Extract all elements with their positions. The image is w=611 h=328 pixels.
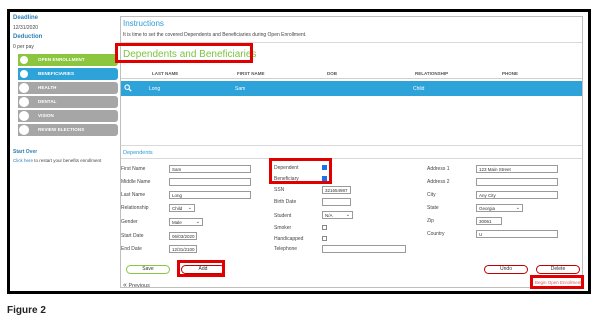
smoker-checkbox[interactable] [322, 225, 327, 230]
step-label: BENEFICIARIES [38, 71, 75, 76]
highlight-section-title [115, 43, 253, 63]
zip-field[interactable]: 30061 [476, 217, 502, 225]
middle-name-field[interactable] [169, 178, 251, 186]
table-row[interactable]: Long Sam Child [121, 81, 582, 96]
figure-caption: Figure 2 [7, 305, 46, 316]
step-vision[interactable]: VISION [18, 110, 118, 122]
telephone-label: Telephone [274, 246, 298, 252]
student-label: Student [274, 213, 292, 219]
step-open-enrollment[interactable]: OPEN ENROLLMENT [18, 54, 118, 66]
chevron-down-icon: ⌄ [187, 205, 192, 211]
relationship-select[interactable]: Child ⌄ [169, 204, 195, 212]
instructions-text: It is time to set the covered Dependents… [123, 32, 307, 38]
col-first-name: FIRST NAME [237, 71, 265, 76]
chevron-down-icon: ⌄ [195, 219, 200, 225]
previous-link[interactable]: « Previous [123, 282, 150, 289]
cell-first-name: Sam [235, 86, 246, 92]
dependents-title: Dependents [123, 150, 153, 156]
address1-label: Address 1 [427, 166, 450, 172]
last-name-field[interactable]: Long [169, 191, 251, 199]
step-review-elections[interactable]: REVIEW ELECTIONS [18, 124, 118, 136]
birth-date-label: Birth Date [274, 199, 297, 205]
deduction-value: 0 per pay [13, 44, 34, 50]
undo-button[interactable]: Undo [484, 265, 528, 274]
zip-label: Zip [427, 218, 434, 224]
ssn-field[interactable]: 321654987 [322, 186, 351, 194]
search-icon[interactable] [124, 84, 132, 92]
divider [121, 158, 582, 159]
deadline-date: 12/31/2020 [13, 25, 39, 31]
step-label: OPEN ENROLLMENT [38, 57, 85, 62]
step-status-icon [19, 55, 29, 65]
city-label: City [427, 192, 436, 198]
step-dental[interactable]: DENTAL [18, 96, 118, 108]
instructions-title: Instructions [123, 19, 164, 28]
begin-open-enrollment-button[interactable]: Begin Open Enrollment [535, 280, 582, 285]
handicapped-label: Handicapped [274, 236, 304, 242]
state-label: State [427, 205, 439, 211]
gender-label: Gender [121, 219, 138, 225]
save-button[interactable]: Save [126, 265, 170, 274]
address2-label: Address 2 [427, 179, 450, 185]
deduction-title: Deduction [13, 34, 43, 40]
address2-field[interactable] [476, 178, 558, 186]
country-field[interactable]: U [476, 230, 558, 238]
delete-button[interactable]: Delete [536, 265, 580, 274]
step-label: REVIEW ELECTIONS [38, 127, 85, 132]
last-name-label: Last Name [121, 192, 146, 198]
restart-text: Click here to restart your benefits enro… [13, 158, 102, 163]
start-date-label: Start Date [121, 233, 144, 239]
app-window: Deadline 12/31/2020 Deduction 0 per pay … [7, 9, 591, 294]
start-date-field[interactable]: 06/03/2020 [169, 232, 197, 240]
address1-field[interactable]: 123 Main Street [476, 165, 558, 173]
gender-select[interactable]: Male ⌄ [169, 218, 203, 226]
student-select[interactable]: N/A ⌄ [322, 211, 353, 219]
handicapped-checkbox[interactable] [322, 236, 327, 241]
chevron-down-icon: ⌄ [345, 212, 350, 218]
ssn-label: SSN [274, 187, 285, 193]
cell-last-name: Long [149, 86, 161, 92]
col-last-name: LAST NAME [152, 71, 179, 76]
main-panel: Instructions It is time to set the cover… [115, 16, 584, 289]
chevron-down-icon: ⌄ [515, 205, 520, 211]
end-date-field[interactable]: 12/31/2100 [169, 245, 197, 253]
first-name-field[interactable]: Sam [169, 165, 251, 173]
start-over-title: Start Over [13, 149, 38, 155]
step-status-icon [19, 125, 29, 135]
step-label: HEALTH [38, 85, 57, 90]
deadline-title: Deadline [13, 15, 39, 21]
smoker-label: Smoker [274, 225, 292, 231]
country-label: Country [427, 231, 445, 237]
first-name-label: First Name [121, 166, 146, 172]
double-chevron-left-icon: « [123, 282, 127, 289]
highlight-add-button [177, 260, 225, 277]
relationship-label: Relationship [121, 205, 149, 211]
city-field[interactable]: Any City [476, 191, 558, 199]
divider [121, 78, 582, 79]
step-health[interactable]: HEALTH [18, 82, 118, 94]
col-phone: PHONE [502, 71, 519, 76]
middle-name-label: Middle Name [121, 179, 151, 185]
col-dob: DOB [327, 71, 337, 76]
step-beneficiaries[interactable]: BENEFICIARIES [18, 68, 118, 80]
telephone-field[interactable] [322, 245, 406, 253]
restart-link[interactable]: Click here [13, 158, 33, 163]
step-status-icon [19, 111, 29, 121]
step-status-icon [19, 97, 29, 107]
highlight-dependent-beneficiary [269, 158, 332, 184]
col-relationship: RELATIONSHIP [415, 71, 449, 76]
state-select[interactable]: Georgia ⌄ [476, 204, 523, 212]
step-status-icon [19, 69, 29, 79]
step-label: DENTAL [38, 99, 57, 104]
birth-date-field[interactable] [322, 198, 351, 206]
end-date-label: End Date [121, 246, 142, 252]
step-label: VISION [38, 113, 54, 118]
cell-relationship: Child [413, 86, 425, 92]
divider [121, 145, 582, 146]
step-status-icon [19, 83, 29, 93]
